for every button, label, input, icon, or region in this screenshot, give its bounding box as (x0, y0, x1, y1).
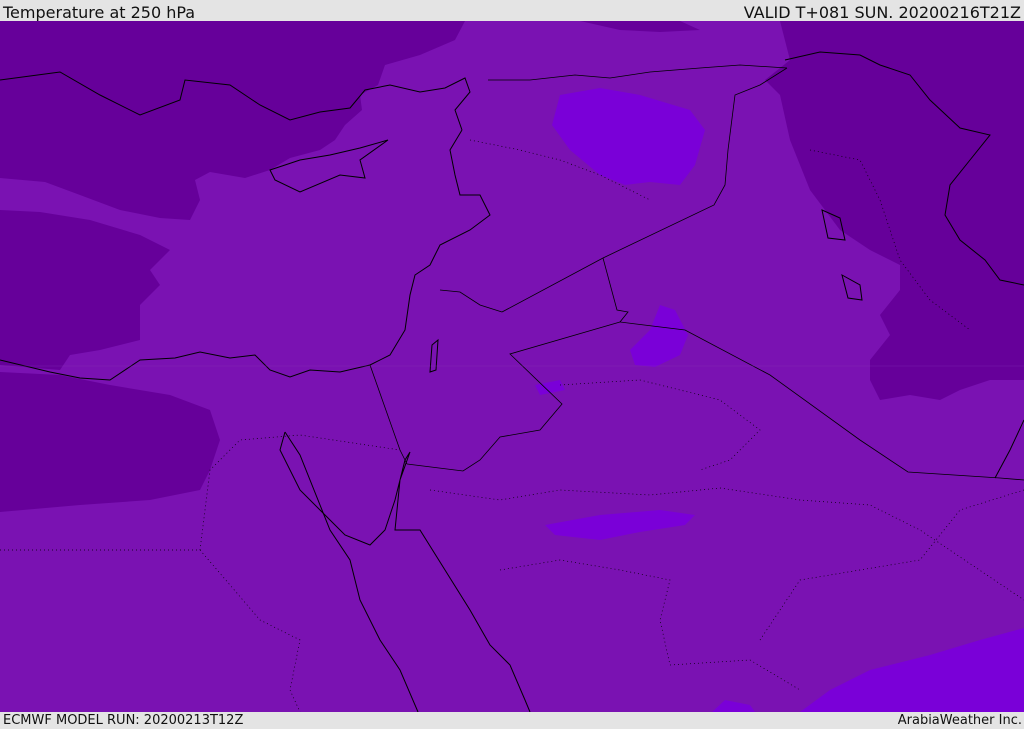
valid-time: VALID T+081 SUN. 20200216T21Z (743, 3, 1021, 22)
map-title: Temperature at 250 hPa (3, 3, 196, 22)
model-run: ECMWF MODEL RUN: 20200213T12Z (3, 713, 244, 728)
header-bar: Temperature at 250 hPa VALID T+081 SUN. … (0, 0, 1024, 22)
credit: ArabiaWeather Inc. (897, 713, 1022, 728)
temperature-map (0, 21, 1024, 712)
footer-bar: ECMWF MODEL RUN: 20200213T12Z ArabiaWeat… (0, 712, 1024, 729)
